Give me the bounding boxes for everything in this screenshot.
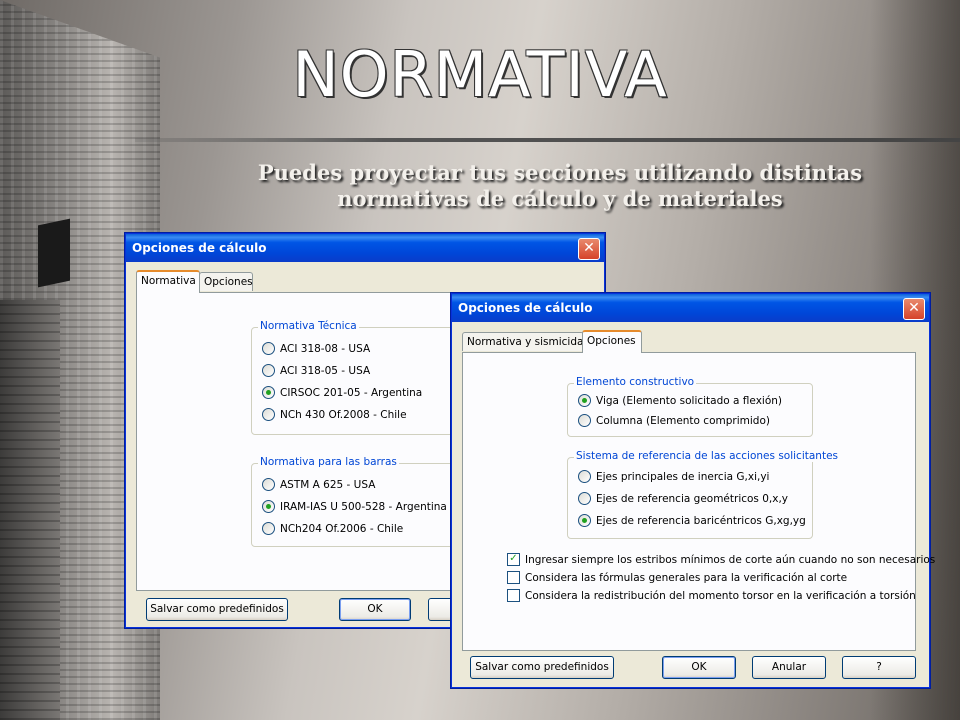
radio-viga[interactable]: Viga (Elemento solicitado a flexión) [578,394,782,407]
close-icon: ✕ [583,240,595,256]
cancel-button[interactable]: Anular [752,656,826,679]
radio-astm[interactable]: ASTM A 625 - USA [262,478,375,491]
radio-nch204[interactable]: NCh204 Of.2006 - Chile [262,522,403,535]
checkbox-redistribucion-torsor[interactable]: Considera la redistribución del momento … [507,589,916,602]
radio-icon [578,414,591,427]
checkbox-estribos-minimos[interactable]: ✓ Ingresar siempre los estribos mínimos d… [507,553,935,566]
radio-aci-318-05[interactable]: ACI 318-05 - USA [262,364,370,377]
radio-icon [262,478,275,491]
group-normativa-barras: Normativa para las barras ASTM A 625 - U… [251,456,473,547]
group-label: Normativa Técnica [258,320,359,332]
radio-nch-430[interactable]: NCh 430 Of.2008 - Chile [262,408,407,421]
dialog-title: Opciones de cálculo [458,301,593,315]
radio-icon [262,342,275,355]
dialog-titlebar[interactable]: Opciones de cálculo ✕ [126,234,604,262]
group-label: Elemento constructivo [574,376,697,388]
checkbox-checked-icon: ✓ [507,553,520,566]
radio-selected-icon [578,394,591,407]
dialog-opciones: Opciones de cálculo ✕ Normativa y sismic… [451,293,935,688]
checkbox-icon [507,571,520,584]
radio-ejes-baricentricos[interactable]: Ejes de referencia baricéntricos G,xg,yg [578,514,806,527]
radio-icon [262,364,275,377]
tab-panel: Elemento constructivo Viga (Elemento sol… [462,352,935,651]
subtitle-line-2: normativas de cálculo y de materiales [337,186,783,211]
background-building-window [38,218,70,288]
radio-aci-318-08[interactable]: ACI 318-08 - USA [262,342,370,355]
ok-button[interactable]: OK [662,656,736,679]
ok-button[interactable]: OK [339,598,411,621]
close-icon: ✕ [908,300,920,316]
group-label: Sistema de referencia de las acciones so… [574,450,840,462]
radio-icon [578,470,591,483]
group-normativa-tecnica: Normativa Técnica ACI 318-08 - USA ACI 3… [251,320,473,435]
radio-icon [262,522,275,535]
tab-opciones[interactable]: Opciones [199,272,253,291]
close-button[interactable]: ✕ [578,238,600,260]
close-button[interactable]: ✕ [903,298,925,320]
slide-title: NORMATIVA [292,38,668,111]
radio-columna[interactable]: Columna (Elemento comprimido) [578,414,770,427]
group-elemento-constructivo: Elemento constructivo Viga (Elemento sol… [567,376,813,437]
radio-selected-icon [262,386,275,399]
checkbox-icon [507,589,520,602]
dialog-title: Opciones de cálculo [132,241,267,255]
radio-iram[interactable]: IRAM-IAS U 500-528 - Argentina [262,500,447,513]
radio-selected-icon [578,514,591,527]
radio-ejes-principales[interactable]: Ejes principales de inercia G,xi,yi [578,470,769,483]
title-divider [135,138,960,142]
slide-subtitle: Puedes proyectar tus secciones utilizand… [200,160,920,212]
subtitle-line-1: Puedes proyectar tus secciones utilizand… [257,160,863,185]
tab-normativa-sismicidad[interactable]: Normativa y sismicidad [462,332,590,351]
radio-selected-icon [262,500,275,513]
dialog-titlebar[interactable]: Opciones de cálculo ✕ [452,294,929,322]
tab-opciones[interactable]: Opciones [582,330,642,353]
radio-icon [262,408,275,421]
checkbox-formulas-corte[interactable]: Considera las fórmulas generales para la… [507,571,847,584]
radio-cirsoc[interactable]: CIRSOC 201-05 - Argentina [262,386,422,399]
radio-ejes-geometricos[interactable]: Ejes de referencia geométricos 0,x,y [578,492,788,505]
save-defaults-button[interactable]: Salvar como predefinidos [146,598,288,621]
help-button[interactable]: ? [842,656,916,679]
tab-normativa[interactable]: Normativa [136,270,200,293]
save-defaults-button[interactable]: Salvar como predefinidos [470,656,614,679]
group-label: Normativa para las barras [258,456,399,468]
background-building-lower [0,300,60,720]
group-sistema-referencia: Sistema de referencia de las acciones so… [567,450,840,539]
radio-icon [578,492,591,505]
